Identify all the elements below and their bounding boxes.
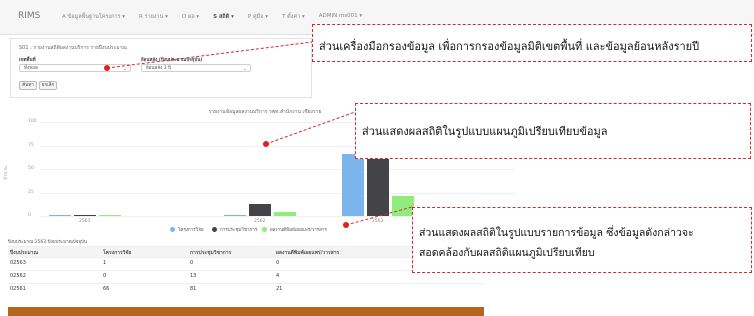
table-callout-line1: ส่วนแสดงผลสถิติในรูปแบบรายการข้อมูล ซึ่ง… <box>419 227 694 239</box>
callout-marker <box>343 222 349 228</box>
callout-marker <box>263 141 269 147</box>
callout-marker <box>104 65 110 71</box>
table-callout-line2: สอดคล้องกับผลสถิติแผนภูมิเปรียบเทียบ <box>419 247 595 259</box>
chart-callout-text: ส่วนแสดงผลสถิติในรูปแบบแผนภูมิเปรียบเทีย… <box>362 125 608 138</box>
filter-callout-text: ส่วนเครื่องมือกรองข้อมูล เพื่อการกรองข้อ… <box>319 40 700 53</box>
filter-callout: ส่วนเครื่องมือกรองข้อมูล เพื่อการกรองข้อ… <box>312 24 752 62</box>
table-callout: ส่วนแสดงผลสถิติในรูปแบบรายการข้อมูล ซึ่ง… <box>412 207 752 273</box>
chart-callout: ส่วนแสดงผลสถิติในรูปแบบแผนภูมิเปรียบเทีย… <box>355 103 751 159</box>
